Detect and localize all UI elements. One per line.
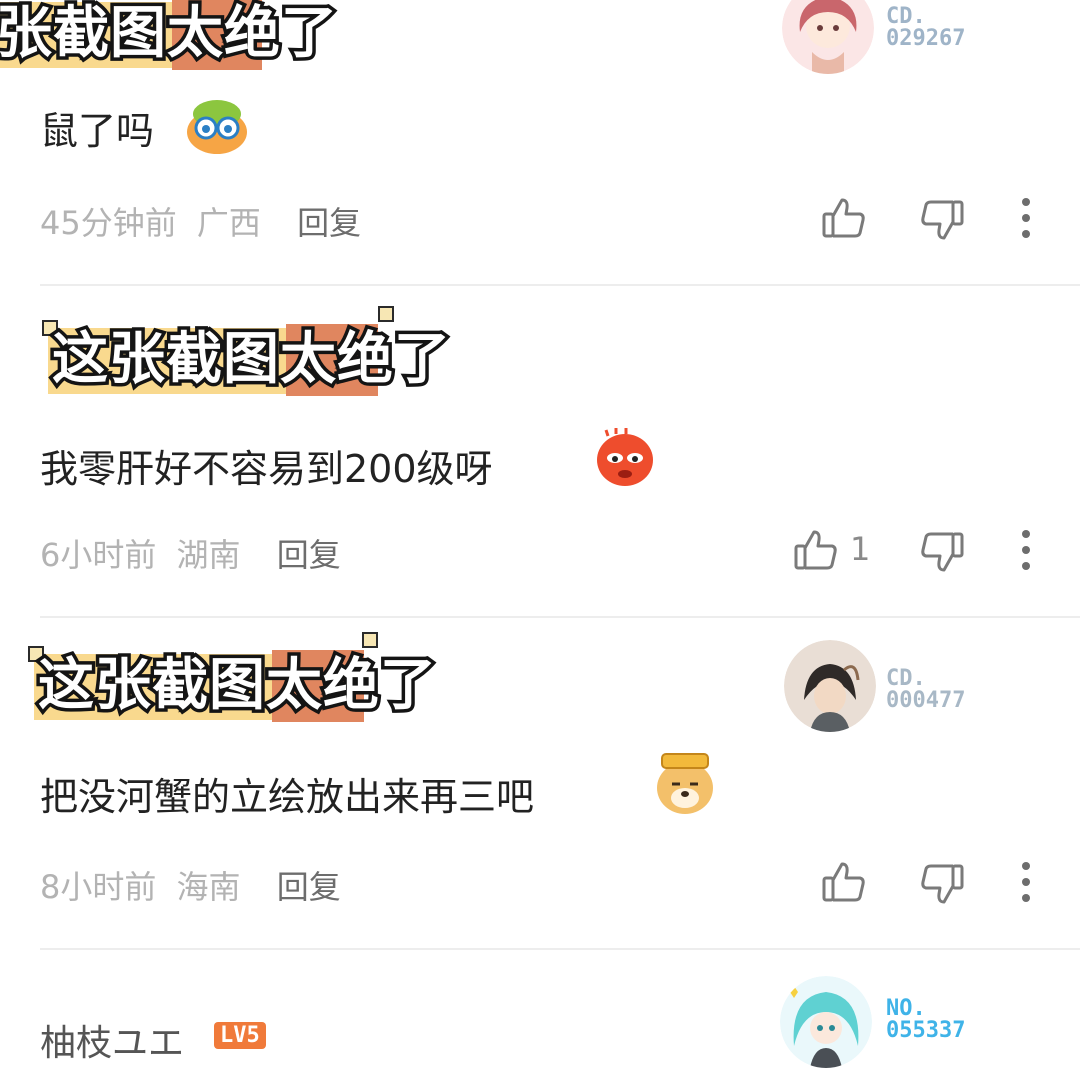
avatar-badge: NO. 055337 [886,998,965,1042]
reply-button[interactable]: 回复 [277,536,341,574]
sticker-banner: 这张截图太绝了 [28,632,468,726]
comment-time: 45分钟前 [40,204,177,242]
comment-time: 8小时前 [40,868,157,906]
thumbs-down-icon[interactable] [918,196,966,244]
like-count: 1 [850,530,871,568]
badge-prefix: CD. [886,666,926,691]
comment-meta: 6小时前 湖南 回复 [40,530,341,576]
badge-number: 055337 [886,1018,966,1043]
thumbs-up-icon[interactable] [820,858,868,906]
thumbs-up-icon[interactable] [792,526,840,574]
comment-meta: 45分钟前 广西 回复 [40,198,361,244]
banner-text: 这张截图太绝了 [35,650,440,722]
badge-prefix: NO. [886,996,926,1021]
comment-meta: 8小时前 海南 回复 [40,862,341,908]
level-badge: LV5 [214,1022,266,1049]
divider [40,284,1080,286]
thumbs-down-icon[interactable] [918,860,966,908]
comment-location: 湖南 [176,536,241,574]
reply-button[interactable]: 回复 [277,868,341,906]
more-vertical-icon[interactable] [1020,860,1032,908]
sweating-emoji-icon [592,424,658,490]
divider [40,616,1080,618]
thumbs-up-icon[interactable] [820,194,868,242]
badge-number: 029267 [886,26,966,51]
more-vertical-icon[interactable] [1020,528,1032,576]
avatar-badge: CD. 029267 [886,6,965,50]
avatar[interactable] [782,0,874,74]
comment-text: 鼠了吗 [40,109,155,153]
sticker-banner: 张截图太绝了 [0,0,356,74]
comment-text: 把没河蟹的立绘放出来再三吧 [40,775,535,819]
badge-number: 000477 [886,688,966,713]
doge-emoji-icon [652,750,718,816]
banner-text: 这张截图太绝了 [49,324,454,396]
comment-location: 海南 [176,868,241,906]
avatar[interactable] [780,976,872,1068]
avatar-badge: CD. 000477 [886,668,965,712]
comment-time: 6小时前 [40,536,157,574]
banner-text: 张截图太绝了 [0,0,341,70]
more-vertical-icon[interactable] [1020,196,1032,244]
comment-text: 我零肝好不容易到200级呀 [40,447,493,491]
thumbs-down-icon[interactable] [918,528,966,576]
badge-prefix: CD. [886,4,926,29]
avatar[interactable] [784,640,876,732]
sticker-banner: 这张截图太绝了 [42,306,482,400]
comment-location: 广西 [196,204,261,242]
reply-button[interactable]: 回复 [297,204,361,242]
username[interactable]: 柚枝ユエ [40,1014,184,1066]
crying-emoji-icon [184,92,250,158]
divider [40,948,1080,950]
